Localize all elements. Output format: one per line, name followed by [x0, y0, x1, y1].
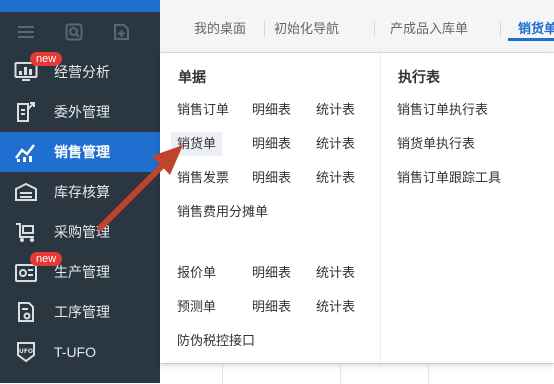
svg-text:UFO: UFO [19, 348, 33, 355]
menu-item-sales-invoice[interactable]: 销售发票 [177, 169, 229, 187]
tab-divider [264, 21, 265, 37]
menu-item-delivery-execution[interactable]: 销货单执行表 [397, 135, 475, 153]
sidebar-item-business-analysis[interactable]: new 经营分析 [0, 52, 160, 92]
menu-item-sales-delivery-stats[interactable]: 统计表 [316, 135, 355, 153]
line-chart-icon [15, 144, 35, 162]
tab-my-desktop[interactable]: 我的桌面 [194, 20, 246, 38]
menu-item-quotation-detail[interactable]: 明细表 [252, 264, 291, 282]
active-tab-indicator [508, 38, 554, 41]
sidebar-item-production[interactable]: new 生产管理 [0, 252, 160, 292]
menu-item-sales-invoice-stats[interactable]: 统计表 [316, 169, 355, 187]
sheet-grid-line [340, 364, 341, 384]
sheet-grid-line [428, 364, 429, 384]
menu-item-sales-delivery-detail[interactable]: 明细表 [252, 135, 291, 153]
background-sheet [160, 363, 554, 384]
tab-sales-delivery[interactable]: 销货单 [518, 20, 554, 38]
sales-mega-menu: 单据 执行表 销售订单 明细表 统计表 销货单 明细表 统计表 销售发票 明细表… [160, 53, 554, 363]
menu-item-forecast-detail[interactable]: 明细表 [252, 298, 291, 316]
menu-item-quotation[interactable]: 报价单 [177, 264, 216, 282]
sidebar-item-t-ufo[interactable]: UFO T-UFO [0, 332, 160, 372]
menu-toggle-icon[interactable] [16, 22, 36, 42]
sidebar-item-label: 库存核算 [54, 184, 110, 200]
warehouse-icon [15, 182, 37, 201]
sidebar: new 经营分析 委外管理 销售管理 库存核算 采购管理 new 生产管理 工序… [0, 0, 160, 383]
sidebar-item-sales-management[interactable]: 销售管理 [0, 132, 160, 172]
sidebar-item-label: 委外管理 [54, 104, 110, 120]
sidebar-toolbar [0, 12, 160, 52]
menu-item-sales-order-stats[interactable]: 统计表 [316, 101, 355, 119]
tab-bar: 我的桌面 初始化导航 产成品入库单 销货单 [160, 0, 554, 53]
cart-icon [16, 223, 34, 242]
search-doc-icon[interactable] [64, 22, 84, 42]
sidebar-top-strip [0, 0, 160, 12]
tab-init-navigation[interactable]: 初始化导航 [274, 20, 339, 38]
section-title-documents: 单据 [178, 69, 206, 85]
menu-item-forecast[interactable]: 预测单 [177, 298, 216, 316]
menu-item-sales-delivery[interactable]: 销货单 [171, 132, 223, 156]
menu-item-tax-control-interface[interactable]: 防伪税控接口 [177, 332, 255, 350]
sidebar-item-label: 工序管理 [54, 304, 110, 320]
sidebar-item-label: 销售管理 [54, 144, 110, 160]
column-divider [380, 53, 381, 363]
sidebar-item-label: 经营分析 [54, 64, 110, 80]
menu-item-sales-order-detail[interactable]: 明细表 [252, 101, 291, 119]
new-document-icon[interactable] [112, 22, 132, 42]
sidebar-item-outsourcing[interactable]: 委外管理 [0, 92, 160, 132]
sidebar-item-label: 生产管理 [54, 264, 110, 280]
ufo-icon: UFO [17, 342, 35, 363]
menu-item-quotation-stats[interactable]: 统计表 [316, 264, 355, 282]
tab-finished-goods-inbound[interactable]: 产成品入库单 [390, 20, 468, 38]
sidebar-item-label: 采购管理 [54, 224, 110, 240]
tab-divider [374, 21, 375, 37]
menu-item-order-tracking-tool[interactable]: 销售订单跟踪工具 [397, 169, 501, 187]
menu-item-sales-order[interactable]: 销售订单 [177, 101, 229, 119]
menu-item-sales-order-execution[interactable]: 销售订单执行表 [397, 101, 488, 119]
clipboard-share-icon [17, 102, 35, 122]
document-gear-icon [18, 302, 34, 322]
menu-item-sales-expense-allocation[interactable]: 销售费用分摊单 [177, 203, 268, 221]
sheet-grid-line [222, 364, 223, 384]
tab-divider [500, 21, 501, 37]
menu-item-sales-invoice-detail[interactable]: 明细表 [252, 169, 291, 187]
section-title-reports: 执行表 [398, 69, 440, 85]
sidebar-item-purchasing[interactable]: 采购管理 [0, 212, 160, 252]
sidebar-item-label: T-UFO [54, 344, 96, 360]
menu-item-forecast-stats[interactable]: 统计表 [316, 298, 355, 316]
sidebar-item-inventory-accounting[interactable]: 库存核算 [0, 172, 160, 212]
sidebar-item-process[interactable]: 工序管理 [0, 292, 160, 332]
